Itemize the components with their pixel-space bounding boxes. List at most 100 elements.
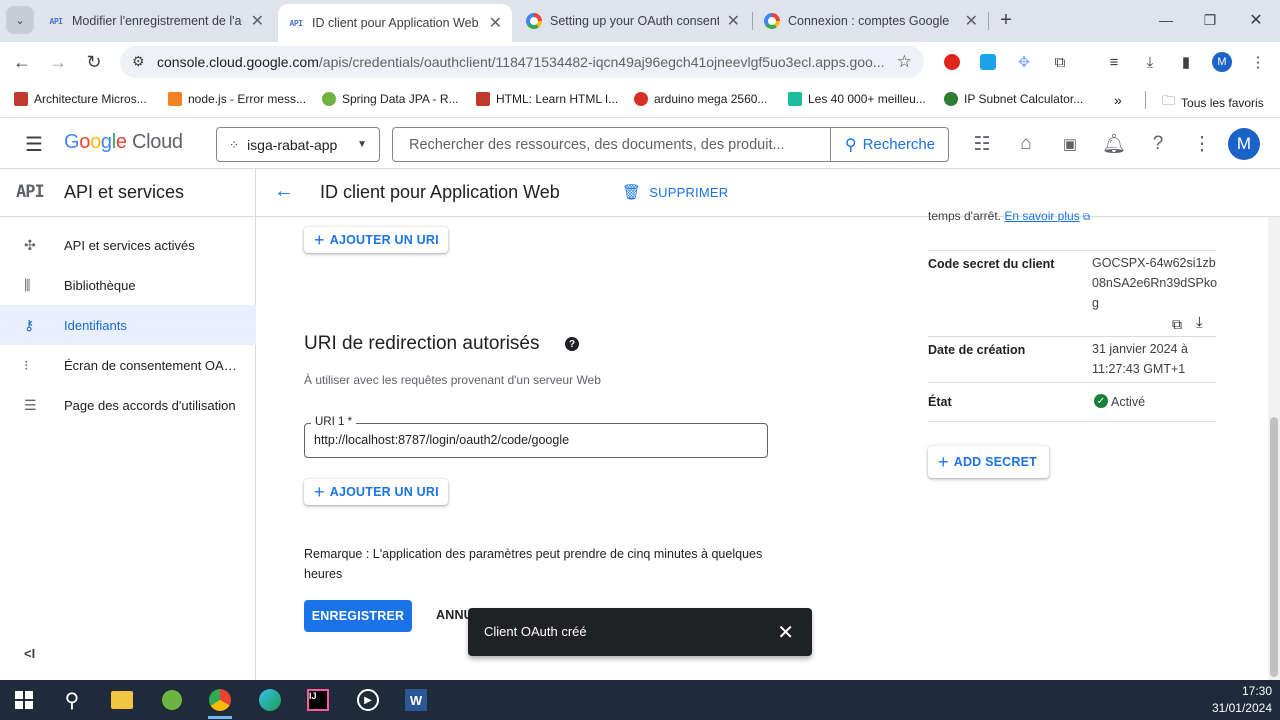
extensions-puzzle-icon[interactable]: ⧉ [1050,52,1070,72]
redirect-uri-field[interactable]: URI 1 * http://localhost:8787/login/oaut… [304,416,768,458]
address-bar[interactable]: ⚙ console.cloud.google.com/apis/credenti… [120,46,924,78]
star-icon[interactable]: ☆ [897,52,912,72]
word-icon[interactable]: W [396,684,436,716]
tab-divider [752,12,753,30]
more-bookmarks-chevron-icon[interactable]: » [1114,92,1122,108]
hamburger-menu-icon[interactable]: ☰ [22,132,46,156]
sidebar-item-label: Page des accords d'utilisation [64,397,236,413]
close-icon[interactable]: ✕ [727,11,740,31]
help-icon[interactable]: ? [1146,132,1170,156]
tab-id-client[interactable]: API ID client pour Application Web ✕ [278,4,512,42]
sidebar-item-agreements[interactable]: ☰ Page des accords d'utilisation [0,385,256,425]
search-icon[interactable]: ⚲ [52,684,92,716]
bookmark-divider [1145,91,1146,109]
download-icon[interactable]: ⤓ [1196,314,1203,331]
notes-icon[interactable]: ☷ [970,132,994,156]
close-icon[interactable]: ✕ [489,13,502,33]
bookmark-favicon-icon [788,92,802,106]
gift-icon[interactable]: ⌂ [1014,132,1038,156]
check-circle-icon: ✓ [1094,394,1108,408]
bookmark-item[interactable]: IP Subnet Calculator... [944,92,1083,106]
back-arrow-icon[interactable]: ← [8,48,36,76]
settings-delay-note: Remarque : L'application des paramètres … [304,547,763,581]
media-player-icon[interactable]: ▶ [348,684,388,716]
tab-search-button[interactable]: ⌄ [6,6,34,34]
restore-icon[interactable]: ❐ [1196,6,1224,34]
tab-oauth-consent[interactable]: Setting up your OAuth consent ✕ [516,4,750,38]
reload-icon[interactable]: ↻ [80,48,108,76]
copy-icon[interactable]: ⧉ [1172,316,1182,333]
edge-icon[interactable] [250,684,290,716]
all-bookmarks-folder[interactable]: 🗀 Tous les favoris [1162,92,1264,114]
notifications-bell-icon[interactable]: 🔔︎ [1102,132,1126,156]
bookmark-label: HTML: Learn HTML I... [496,92,619,106]
window-close-icon[interactable]: ✕ [1242,6,1270,34]
google-cloud-logo[interactable]: Google Cloud [64,131,183,154]
bookmark-item[interactable]: Les 40 000+ meilleu... [788,92,926,106]
add-secret-button[interactable]: + ADD SECRET [928,446,1049,478]
file-explorer-icon[interactable] [102,684,142,716]
media-controls-icon[interactable]: ≡ [1104,52,1124,72]
redirect-uri-input[interactable]: http://localhost:8787/login/oauth2/code/… [314,433,569,447]
scrollbar-thumb[interactable] [1270,417,1278,677]
translate-extension-icon[interactable] [978,52,998,72]
tab-connexion-google[interactable]: Connexion : comptes Google ✕ [754,4,988,38]
more-vertical-icon[interactable]: ⋮ [1190,132,1214,156]
save-button[interactable]: ENREGISTRER [304,600,412,632]
close-icon[interactable]: ✕ [777,620,794,645]
consent-icon: ⁝ [24,356,29,373]
state-value: Activé [1111,395,1146,409]
sidebar-item-consent-screen[interactable]: ⁝ Écran de consentement OAuth [0,345,256,385]
sidebar-item-credentials[interactable]: ⚷ Identifiants [0,305,256,345]
project-name: isga-rabat-app [247,136,338,153]
more-vertical-icon[interactable]: ⋮ [1248,52,1268,72]
agreements-icon: ☰ [24,396,37,413]
tab-label: Modifier l'enregistrement de l'a [72,14,242,28]
collapse-sidebar-icon[interactable]: <I [24,646,35,661]
close-icon[interactable]: ✕ [251,11,264,31]
close-icon[interactable]: ✕ [965,11,978,31]
help-circle-icon[interactable]: ? [565,337,579,351]
search-button[interactable]: ⚲ Recherche [830,128,949,161]
extension-icon[interactable]: ✥ [1014,52,1034,72]
search-button-label: Recherche [862,136,936,153]
sidebar-item-label: Écran de consentement OAuth [64,357,239,373]
search-input[interactable]: Rechercher des ressources, des documents… [409,137,809,153]
bookmark-item[interactable]: Architecture Micros... [14,92,147,106]
side-panel-icon[interactable]: ▮ [1176,52,1196,72]
learn-more-link[interactable]: En savoir plus [1004,209,1079,222]
download-icon[interactable]: ⤓ [1140,52,1160,72]
tab-label: ID client pour Application Web [312,16,479,30]
api-badge-icon: API [16,182,45,202]
back-arrow-icon[interactable]: ← [274,180,294,203]
forward-arrow-icon[interactable]: → [44,48,72,76]
page-scrollbar[interactable] [1268,217,1280,680]
windows-start-icon[interactable] [4,684,44,716]
profile-avatar[interactable]: M [1212,52,1232,72]
tab-modifier-enregistrement[interactable]: API Modifier l'enregistrement de l'a ✕ [38,4,274,38]
bookmark-item[interactable]: arduino mega 2560... [634,92,767,106]
site-info-icon[interactable]: ⚙ [132,53,145,70]
add-uri-button-js-origins[interactable]: + AJOUTER UN URI [304,227,448,253]
spring-tools-icon[interactable] [152,684,192,716]
bookmark-item[interactable]: HTML: Learn HTML I... [476,92,618,106]
delete-button[interactable]: 🗑︎ SUPPRIMER [622,183,728,201]
tab-label: Setting up your OAuth consent [550,14,719,28]
chrome-icon[interactable] [200,684,240,719]
cloud-shell-icon[interactable]: ▣ [1058,132,1082,156]
sidebar-item-enabled-apis[interactable]: ✣ API et services activés [0,225,256,265]
system-clock[interactable]: 17:30 31/01/2024 [1212,683,1272,717]
new-tab-button[interactable]: + [992,6,1020,34]
sidebar-item-library[interactable]: ⫼ Bibliothèque [0,265,256,305]
bookmark-item[interactable]: node.js - Error mess... [168,92,306,106]
account-avatar[interactable]: M [1228,128,1260,160]
minimize-icon[interactable]: — [1152,6,1180,34]
project-selector[interactable]: ⁘ isga-rabat-app ▼ [216,127,380,162]
search-box: Rechercher des ressources, des documents… [392,127,949,162]
adblock-icon[interactable] [942,52,962,72]
intellij-icon[interactable]: IJ [298,684,338,716]
add-uri-button-redirect[interactable]: + AJOUTER UN URI [304,479,448,505]
bookmark-favicon-icon [634,92,648,106]
bookmark-favicon-icon [476,92,490,106]
bookmark-item[interactable]: Spring Data JPA - R... [322,92,459,106]
